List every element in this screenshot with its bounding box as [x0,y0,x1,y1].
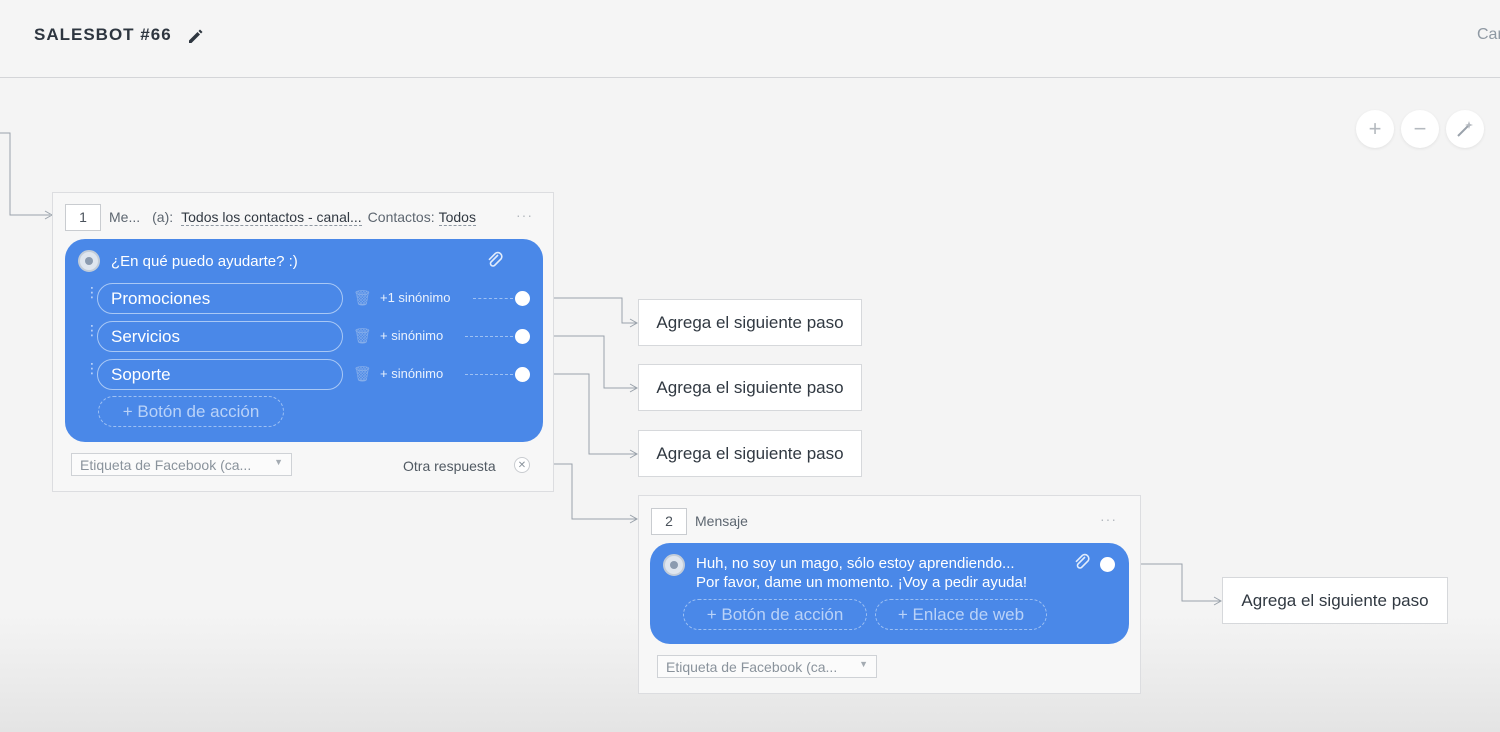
facebook-tag-value: Etiqueta de Facebook (ca... [80,456,252,473]
audience-selector[interactable]: Todos los contactos - canal... [181,209,362,226]
step-menu-button[interactable]: ··· [1100,511,1117,527]
step-card-1[interactable]: 1 Me... (a): Todos los contactos - canal… [52,192,554,492]
chevron-down-icon: ▼ [274,457,283,467]
contacts-selector[interactable]: Todos [438,209,476,226]
output-port[interactable] [1100,557,1115,572]
zoom-out-button[interactable]: − [1401,110,1439,148]
option-button-promociones[interactable]: Promociones [97,283,343,314]
facebook-tag-select[interactable]: Etiqueta de Facebook (ca... ▼ [71,453,292,476]
connector-line [465,336,513,337]
zoom-in-button[interactable]: + [1356,110,1394,148]
trash-icon[interactable]: 🗑 [353,365,372,383]
drag-handle-icon[interactable]: ⋮ [85,323,99,347]
trash-icon[interactable]: 🗑 [353,289,372,307]
output-port[interactable] [515,367,530,382]
minus-icon: − [1413,116,1427,141]
bot-avatar-icon [78,250,100,272]
magic-wand-icon [1457,121,1473,137]
step-1-header: 1 Me... (a): Todos los contactos - canal… [65,203,476,231]
trash-icon[interactable]: 🗑 [353,327,372,345]
chevron-down-icon: ▼ [859,659,868,669]
facebook-tag-value: Etiqueta de Facebook (ca... [666,658,838,675]
add-action-button[interactable]: + Botón de acción [98,396,284,427]
bot-avatar-icon [663,554,685,576]
option-row: ⋮ Soporte 🗑 + sinónimo [85,359,535,391]
add-next-step-button[interactable]: Agrega el siguiente paso [638,430,862,477]
synonym-link[interactable]: + sinónimo [380,328,443,343]
audience-prefix: (a): [152,209,174,225]
step-menu-button[interactable]: ··· [516,207,533,223]
add-next-step-button[interactable]: Agrega el siguiente paso [1222,577,1448,624]
add-next-step-button[interactable]: Agrega el siguiente paso [638,364,862,411]
step-number: 2 [651,507,687,535]
paperclip-icon[interactable] [485,250,505,270]
connector-line [465,374,513,375]
bot-title: SALESBOT #66 [34,25,172,44]
message-bubble[interactable]: Huh, no soy un mago, sólo estoy aprendie… [650,543,1129,644]
drag-handle-icon[interactable]: ⋮ [85,285,99,309]
step-type: Me... [109,209,141,225]
option-button-soporte[interactable]: Soporte [97,359,343,390]
pencil-icon[interactable] [186,26,206,46]
other-answer-label: Otra respuesta [403,458,496,474]
plus-icon: + [1368,116,1382,141]
facebook-tag-select[interactable]: Etiqueta de Facebook (ca... ▼ [657,655,877,678]
message-line-2[interactable]: Por favor, dame un momento. ¡Voy a pedir… [696,574,1027,591]
option-row: ⋮ Servicios 🗑 + sinónimo [85,321,535,353]
add-web-link-button[interactable]: + Enlace de web [875,599,1047,630]
output-port[interactable] [515,329,530,344]
auto-arrange-button[interactable] [1446,110,1484,148]
step-2-header: 2 Mensaje [651,507,748,535]
option-button-servicios[interactable]: Servicios [97,321,343,352]
step-type: Mensaje [695,513,748,529]
step-number: 1 [65,203,101,231]
connector-line [473,298,513,299]
message-line-1[interactable]: Huh, no soy un mago, sólo estoy aprendie… [696,555,1015,572]
synonym-link[interactable]: +1 sinónimo [380,290,450,305]
close-icon[interactable]: ✕ [514,457,530,473]
synonym-link[interactable]: + sinónimo [380,366,443,381]
step-card-2[interactable]: 2 Mensaje ··· Huh, no soy un mago, sólo … [638,495,1141,694]
add-action-button[interactable]: + Botón de acción [683,599,867,630]
output-port[interactable] [515,291,530,306]
option-row: ⋮ Promociones 🗑 +1 sinónimo [85,283,535,315]
message-text[interactable]: ¿En qué puedo ayudarte? :) [111,253,298,270]
header-bar: SALESBOT #66 Car [0,0,1500,78]
add-next-step-button[interactable]: Agrega el siguiente paso [638,299,862,346]
message-bubble[interactable]: ¿En qué puedo ayudarte? :) ⋮ Promociones… [65,239,543,442]
drag-handle-icon[interactable]: ⋮ [85,361,99,385]
paperclip-icon[interactable] [1072,552,1092,572]
cancel-link[interactable]: Car [1477,26,1500,44]
contacts-label: Contactos: [367,209,435,225]
